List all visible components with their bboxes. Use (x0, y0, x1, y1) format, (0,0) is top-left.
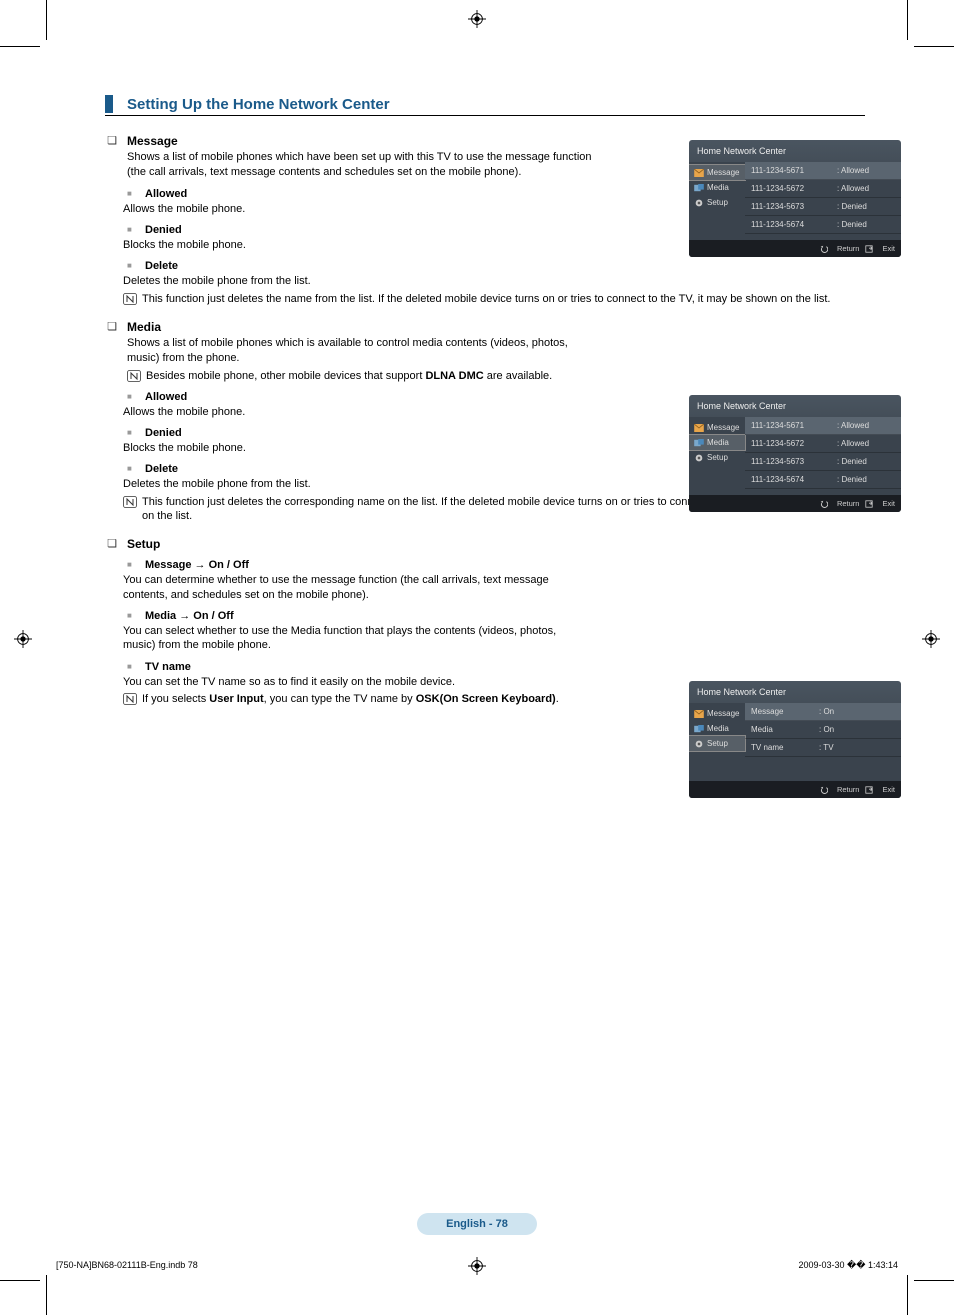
side-message: Message (689, 420, 745, 435)
exit-icon (865, 245, 873, 253)
media-note: Besides mobile phone, other mobile devic… (146, 369, 552, 383)
square-bullet-icon: ■ (127, 610, 137, 622)
return-icon (820, 500, 828, 508)
gear-icon (694, 199, 704, 207)
table-row: 111-1234-5672: Allowed (745, 435, 901, 453)
setup-tvname-heading: TV name (145, 661, 191, 673)
exit-icon (865, 786, 873, 794)
table-row: 111-1234-5672: Allowed (745, 180, 901, 198)
registration-mark-icon (14, 630, 32, 648)
delete-heading: Delete (145, 260, 178, 272)
delete-note: This function just deletes the name from… (142, 292, 842, 306)
page-footer: English - 78 (417, 1213, 537, 1235)
media-heading: Media (127, 320, 161, 334)
media-icon (694, 184, 704, 192)
outline-square-icon: ❏ (105, 134, 119, 148)
screenshot-setup: Home Network Center Message Media Setup … (689, 681, 901, 798)
screenshot-title: Home Network Center (689, 395, 901, 417)
screenshot-title: Home Network Center (689, 140, 901, 162)
table-row: 111-1234-5671: Allowed (745, 162, 901, 180)
outline-square-icon: ❏ (105, 537, 119, 551)
side-message: Message (689, 706, 745, 721)
note-icon (123, 292, 137, 304)
delete-desc: Deletes the mobile phone from the list. (123, 274, 865, 288)
table-row: TV name: TV (745, 739, 901, 757)
media-icon (694, 439, 704, 447)
registration-mark-icon (468, 10, 486, 28)
allowed-heading: Allowed (145, 188, 187, 200)
square-bullet-icon: ■ (127, 427, 137, 439)
media-allowed-heading: Allowed (145, 391, 187, 403)
return-icon (820, 786, 828, 794)
side-media: Media (689, 180, 745, 195)
square-bullet-icon: ■ (127, 463, 137, 475)
square-bullet-icon: ■ (127, 559, 137, 571)
note-icon (123, 692, 137, 704)
setup-msg-desc: You can determine whether to use the mes… (123, 573, 583, 602)
side-media: Media (689, 721, 745, 736)
note-icon (123, 495, 137, 507)
section-marker-icon (105, 95, 113, 113)
exit-icon (865, 500, 873, 508)
setup-msg-heading: Message → On / Off (145, 559, 249, 571)
table-row: Media: On (745, 721, 901, 739)
setup-media-desc: You can select whether to use the Media … (123, 624, 583, 653)
denied-heading: Denied (145, 224, 182, 236)
section-title: Setting Up the Home Network Center (127, 96, 390, 113)
gear-icon (694, 740, 704, 748)
return-icon (820, 245, 828, 253)
screenshot-media: Home Network Center Message Media Setup … (689, 395, 901, 512)
table-row: 111-1234-5674: Denied (745, 216, 901, 234)
message-desc: Shows a list of mobile phones which have… (127, 150, 597, 180)
outline-square-icon: ❏ (105, 320, 119, 334)
side-message: Message (689, 165, 745, 180)
gear-icon (694, 454, 704, 462)
square-bullet-icon: ■ (127, 224, 137, 236)
section-title-bar: Setting Up the Home Network Center (105, 95, 865, 116)
media-denied-heading: Denied (145, 427, 182, 439)
envelope-icon (694, 710, 704, 718)
square-bullet-icon: ■ (127, 188, 137, 200)
square-bullet-icon: ■ (127, 661, 137, 673)
media-icon (694, 725, 704, 733)
screenshot-title: Home Network Center (689, 681, 901, 703)
tvname-note: If you selects User Input, you can type … (142, 692, 562, 706)
note-icon (127, 369, 141, 381)
screenshot-message: Home Network Center Message Media Setup … (689, 140, 901, 257)
side-setup: Setup (689, 736, 745, 751)
table-row: 111-1234-5673: Denied (745, 198, 901, 216)
setup-heading: Setup (127, 537, 160, 551)
square-bullet-icon: ■ (127, 391, 137, 403)
envelope-icon (694, 424, 704, 432)
table-row: 111-1234-5673: Denied (745, 453, 901, 471)
side-setup: Setup (689, 195, 745, 210)
table-row: 111-1234-5674: Denied (745, 471, 901, 489)
media-delete-heading: Delete (145, 463, 178, 475)
footer-file-info: [750-NA]BN68-02111B-Eng.indb 78 (56, 1260, 198, 1270)
media-desc: Shows a list of mobile phones which is a… (127, 336, 597, 366)
side-setup: Setup (689, 450, 745, 465)
side-media: Media (689, 435, 745, 450)
message-heading: Message (127, 134, 178, 148)
footer-timestamp: 2009-03-30 �� 1:43:14 (798, 1260, 898, 1271)
envelope-icon (694, 169, 704, 177)
table-row: 111-1234-5671: Allowed (745, 417, 901, 435)
table-row: Message: On (745, 703, 901, 721)
registration-mark-icon (922, 630, 940, 648)
registration-mark-icon (468, 1257, 486, 1275)
square-bullet-icon: ■ (127, 260, 137, 272)
setup-media-heading: Media → On / Off (145, 610, 234, 622)
